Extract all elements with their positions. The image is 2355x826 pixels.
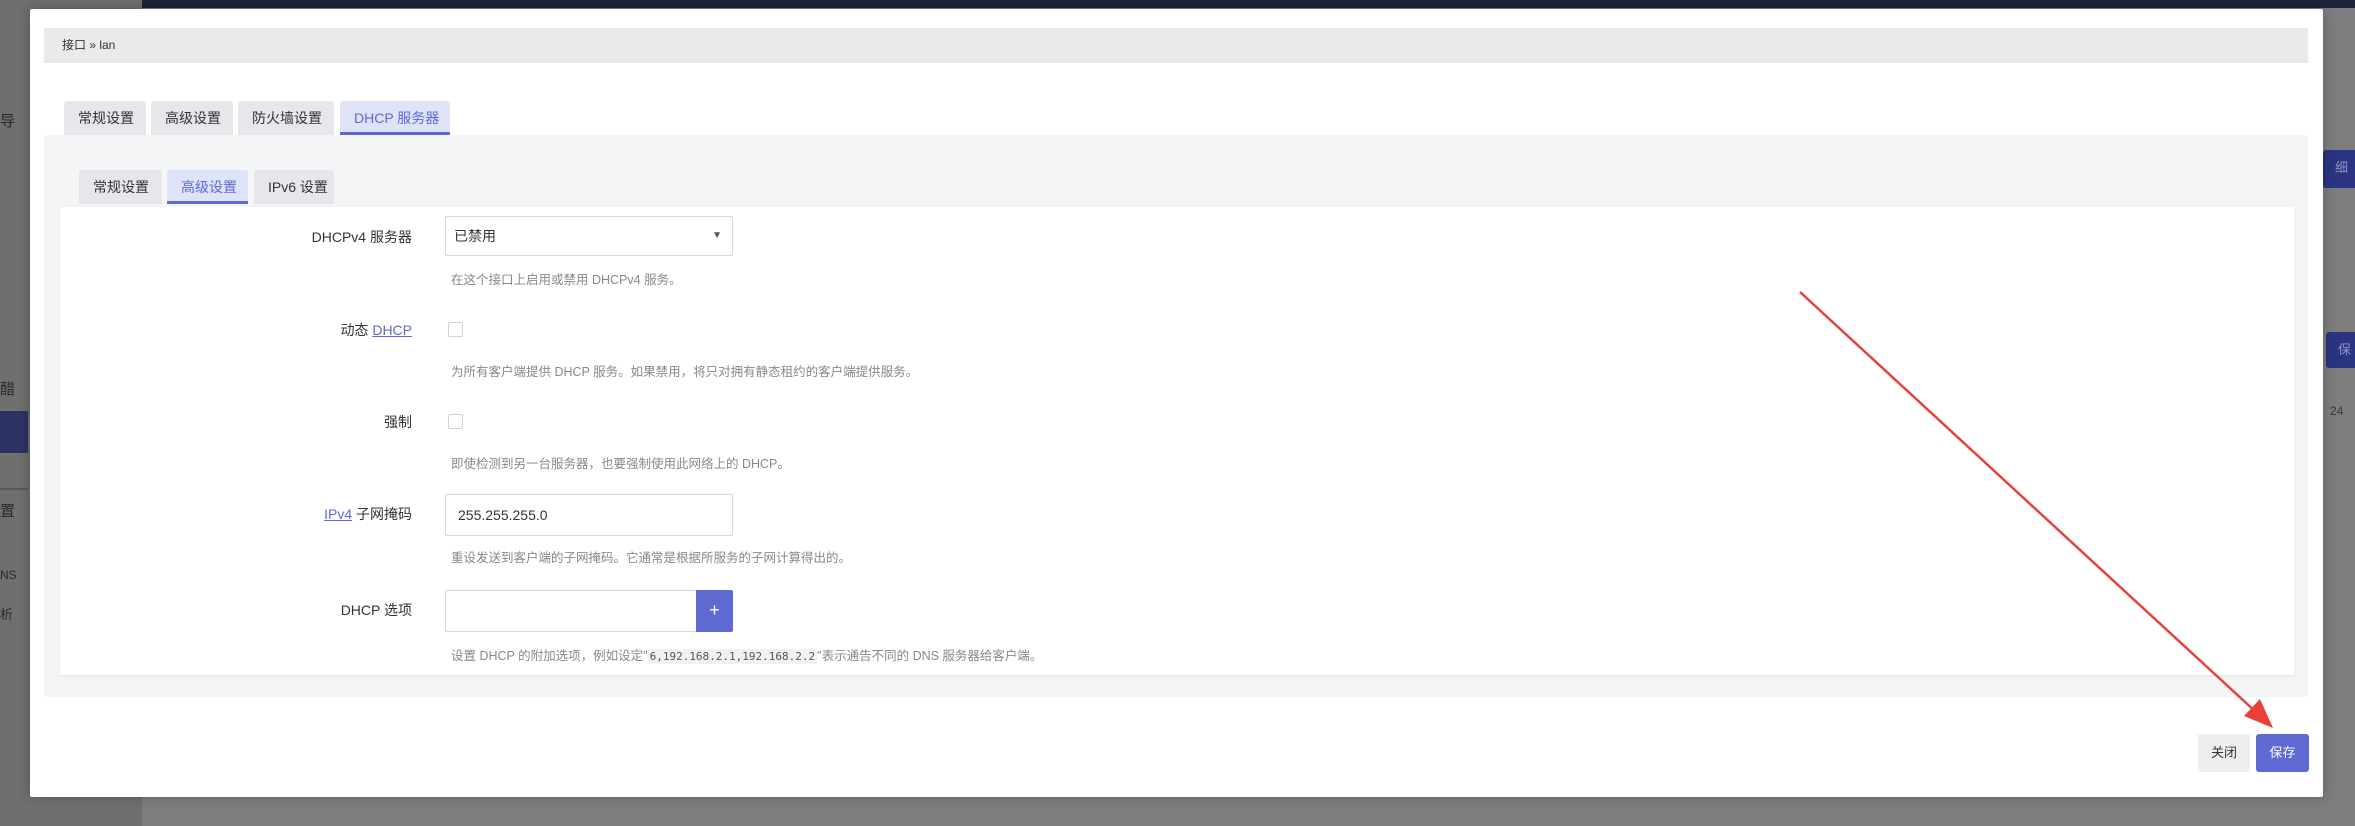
background-text-fragment: NS [0,568,17,582]
force-label: 强制 [384,414,412,430]
subtab-ipv6-settings[interactable]: IPv6 设置 [254,170,334,204]
dhcp-options-help-text: 设置 DHCP 的附加选项，例如设定" [451,649,648,663]
netmask-label: IPv4 子网掩码 [152,504,412,524]
dynamic-dhcp-help: 为所有客户端提供 DHCP 服务。如果禁用，将只对拥有静态租约的客户端提供服务。 [451,365,919,379]
dhcp-options-example-code: 6,192.168.2.1,192.168.2.2 [647,649,818,664]
netmask-input[interactable] [445,494,733,536]
chevron-down-icon: ▼ [712,230,722,241]
subtab-advanced-settings[interactable]: 高级设置 [167,170,248,204]
subtab-general-settings[interactable]: 常规设置 [79,170,162,204]
background-button: 细 [2323,150,2355,188]
dhcpv4-server-select[interactable]: 已禁用 ▼ [445,216,733,256]
background-sidebar-active-item [0,411,28,453]
close-button[interactable]: 关闭 [2198,734,2250,772]
background-text-fragment: 析 [0,607,14,622]
tab-firewall-settings[interactable]: 防火墙设置 [238,101,334,135]
dhcpv4-server-help: 在这个接口上启用或禁用 DHCPv4 服务。 [451,273,682,287]
dhcpv4-server-value: 已禁用 [454,228,496,244]
force-help: 即使检测到另一台服务器，也要强制使用此网络上的 DHCP。 [451,457,790,471]
breadcrumb: 接口 » lan [44,28,2308,63]
background-topbar [0,0,2355,8]
add-option-button[interactable]: + [696,590,733,632]
background-text-fragment: 导 [0,113,16,130]
dhcp-options-input[interactable] [445,590,697,632]
dhcpv4-server-label: DHCPv4 服务器 [311,229,412,245]
background-text-fragment: 置 [0,503,16,520]
force-checkbox[interactable] [448,414,463,429]
background-text-fragment: 醋 [0,381,16,398]
ipv4-term-link[interactable]: IPv4 [324,506,352,522]
netmask-help: 重设发送到客户端的子网掩码。它通常是根据所服务的子网计算得出的。 [451,551,852,565]
dynamic-dhcp-label-text: 动态 [340,322,373,338]
dhcp-options-label: DHCP 选项 [340,602,412,618]
dhcp-term-link[interactable]: DHCP [372,322,412,338]
tab-dhcp-server[interactable]: DHCP 服务器 [340,101,450,135]
background-button: 保 [2326,332,2355,368]
dhcp-options-help-text: "表示通告不同的 DNS 服务器给客户端。 [817,649,1043,663]
background-text-fragment: 24 [2330,404,2344,418]
interface-modal: 接口 » lan 常规设置 高级设置 防火墙设置 DHCP 服务器 常规设置 高… [30,9,2323,797]
netmask-label-text: 子网掩码 [352,506,412,522]
tab-general-settings[interactable]: 常规设置 [64,101,146,135]
dynamic-dhcp-checkbox[interactable] [448,322,463,337]
dynamic-dhcp-label: 动态 DHCP [152,320,412,340]
save-button[interactable]: 保存 [2256,734,2309,772]
dhcp-options-help: 设置 DHCP 的附加选项，例如设定" 6,192.168.2.1,192.168… [451,645,1042,664]
background-sidebar-divider [0,488,28,490]
tab-advanced-settings[interactable]: 高级设置 [151,101,233,135]
